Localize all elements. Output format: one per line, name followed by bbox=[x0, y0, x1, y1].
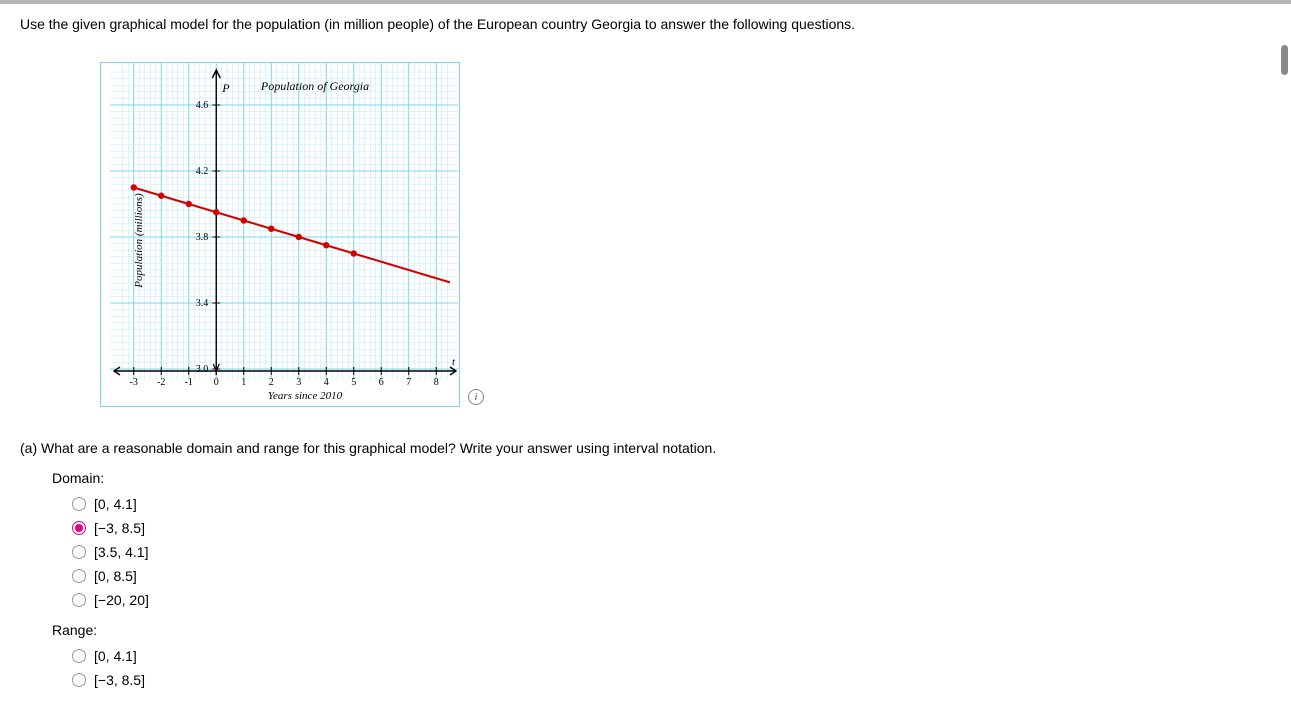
range-option[interactable]: [0, 4.1] bbox=[72, 648, 1271, 664]
part-a-prompt: (a) What are a reasonable domain and ran… bbox=[20, 440, 1271, 456]
svg-text:3: 3 bbox=[296, 377, 301, 388]
range-label: Range: bbox=[52, 622, 1271, 638]
svg-text:1: 1 bbox=[241, 377, 246, 388]
range-option[interactable]: [−3, 8.5] bbox=[72, 672, 1271, 688]
option-label: [−20, 20] bbox=[94, 592, 149, 608]
svg-text:4.6: 4.6 bbox=[196, 100, 209, 111]
domain-option[interactable]: [−20, 20] bbox=[72, 592, 1271, 608]
domain-label: Domain: bbox=[52, 470, 1271, 486]
svg-text:7: 7 bbox=[406, 377, 411, 388]
svg-text:8: 8 bbox=[434, 377, 439, 388]
radio-button[interactable] bbox=[72, 649, 86, 663]
svg-text:6: 6 bbox=[379, 377, 384, 388]
svg-text:P: P bbox=[221, 81, 230, 95]
svg-text:-2: -2 bbox=[157, 377, 165, 388]
question-prompt: Use the given graphical model for the po… bbox=[20, 16, 1271, 32]
option-label: [3.5, 4.1] bbox=[94, 544, 148, 560]
radio-button[interactable] bbox=[72, 593, 86, 607]
radio-button[interactable] bbox=[72, 545, 86, 559]
scrollbar-thumb[interactable] bbox=[1281, 45, 1288, 75]
svg-text:4: 4 bbox=[324, 377, 329, 388]
svg-text:-1: -1 bbox=[185, 377, 193, 388]
svg-text:0: 0 bbox=[214, 377, 219, 388]
svg-text:3.0: 3.0 bbox=[196, 364, 209, 375]
radio-button[interactable] bbox=[72, 497, 86, 511]
option-label: [0, 8.5] bbox=[94, 568, 137, 584]
svg-text:3.4: 3.4 bbox=[196, 298, 209, 309]
option-label: [0, 4.1] bbox=[94, 496, 137, 512]
chart-container: t-3-2-10123456783.03.43.84.24.6PPopulati… bbox=[100, 62, 460, 407]
radio-button[interactable] bbox=[72, 521, 86, 535]
domain-option[interactable]: [0, 8.5] bbox=[72, 568, 1271, 584]
svg-text:Population (millions): Population (millions) bbox=[133, 193, 145, 289]
svg-text:3.8: 3.8 bbox=[196, 232, 209, 243]
population-chart: t-3-2-10123456783.03.43.84.24.6PPopulati… bbox=[100, 62, 460, 407]
svg-text:5: 5 bbox=[351, 377, 356, 388]
svg-text:4.2: 4.2 bbox=[196, 166, 209, 177]
svg-text:-3: -3 bbox=[130, 377, 138, 388]
svg-text:Years since 2010: Years since 2010 bbox=[268, 390, 343, 402]
option-label: [−3, 8.5] bbox=[94, 520, 145, 536]
radio-button[interactable] bbox=[72, 673, 86, 687]
domain-options-group: [0, 4.1] [−3, 8.5] [3.5, 4.1] [0, 8.5] [−20,… bbox=[72, 496, 1271, 608]
domain-option[interactable]: [−3, 8.5] bbox=[72, 520, 1271, 536]
range-options-group: [0, 4.1] [−3, 8.5] bbox=[72, 648, 1271, 688]
svg-text:2: 2 bbox=[269, 377, 274, 388]
radio-button[interactable] bbox=[72, 569, 86, 583]
svg-text:Population of Georgia: Population of Georgia bbox=[260, 79, 369, 93]
option-label: [−3, 8.5] bbox=[94, 672, 145, 688]
info-icon[interactable]: i bbox=[468, 389, 484, 405]
domain-option[interactable]: [3.5, 4.1] bbox=[72, 544, 1271, 560]
option-label: [0, 4.1] bbox=[94, 648, 137, 664]
domain-option[interactable]: [0, 4.1] bbox=[72, 496, 1271, 512]
